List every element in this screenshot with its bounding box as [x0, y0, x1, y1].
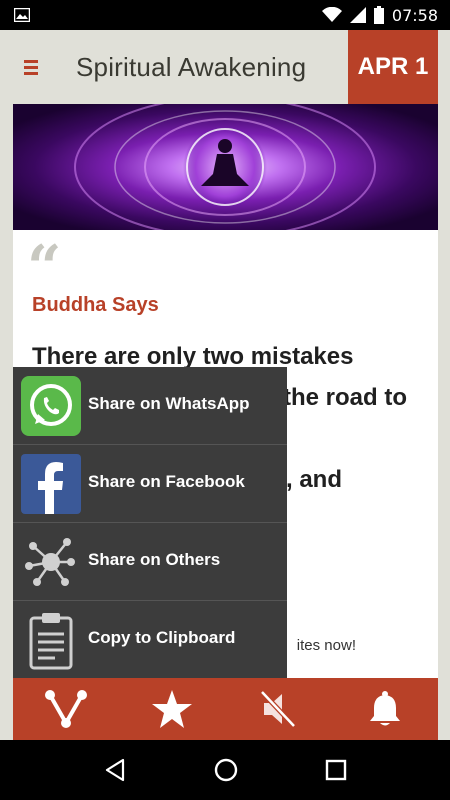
app-bar: Spiritual Awakening APR 1 — [0, 30, 450, 104]
status-time: 07:58 — [391, 5, 438, 25]
facebook-icon — [21, 454, 81, 514]
favorites-hint: ites now! — [296, 637, 356, 654]
meditation-hero-image — [13, 104, 438, 230]
date-badge[interactable]: APR 1 — [348, 30, 438, 104]
notification-tab-button[interactable] — [355, 679, 415, 739]
clipboard-icon — [29, 613, 73, 670]
share-facebook-label: Share on Facebook — [88, 472, 245, 491]
copy-clipboard-item[interactable]: Copy to Clipboard — [13, 601, 287, 679]
bottom-action-bar — [13, 678, 438, 740]
image-icon — [14, 8, 30, 22]
share-others-item[interactable]: Share on Others — [13, 523, 287, 601]
share-facebook-item[interactable]: Share on Facebook — [13, 445, 287, 523]
mute-tab-button[interactable] — [249, 679, 309, 739]
share-whatsapp-label: Share on WhatsApp — [88, 394, 250, 413]
bell-icon — [369, 691, 400, 726]
home-icon[interactable] — [213, 757, 239, 783]
share-others-label: Share on Others — [88, 550, 221, 569]
status-bar: 07:58 — [0, 0, 450, 30]
wifi-icon — [321, 7, 342, 22]
whatsapp-icon — [21, 376, 81, 436]
battery-icon — [373, 6, 384, 24]
star-icon — [152, 690, 193, 728]
signal-icon — [349, 7, 366, 23]
copy-clipboard-label: Copy to Clipboard — [88, 628, 236, 647]
share-network-icon — [25, 538, 75, 586]
app-title: Spiritual Awakening — [76, 52, 307, 82]
mute-icon — [259, 690, 296, 728]
recents-icon[interactable] — [325, 759, 347, 781]
system-nav-bar — [0, 740, 450, 800]
favorite-tab-button[interactable] — [142, 679, 202, 739]
share-menu: Share on WhatsApp Share on Facebook Shar… — [13, 367, 287, 678]
hamburger-icon[interactable] — [18, 54, 46, 82]
share-whatsapp-item[interactable]: Share on WhatsApp — [13, 367, 287, 445]
back-icon[interactable] — [103, 758, 127, 782]
quote-mark-icon: “ — [27, 233, 62, 303]
quote-author: Buddha Says — [32, 294, 159, 316]
share-tab-button[interactable] — [36, 679, 96, 739]
share-icon — [45, 690, 88, 728]
